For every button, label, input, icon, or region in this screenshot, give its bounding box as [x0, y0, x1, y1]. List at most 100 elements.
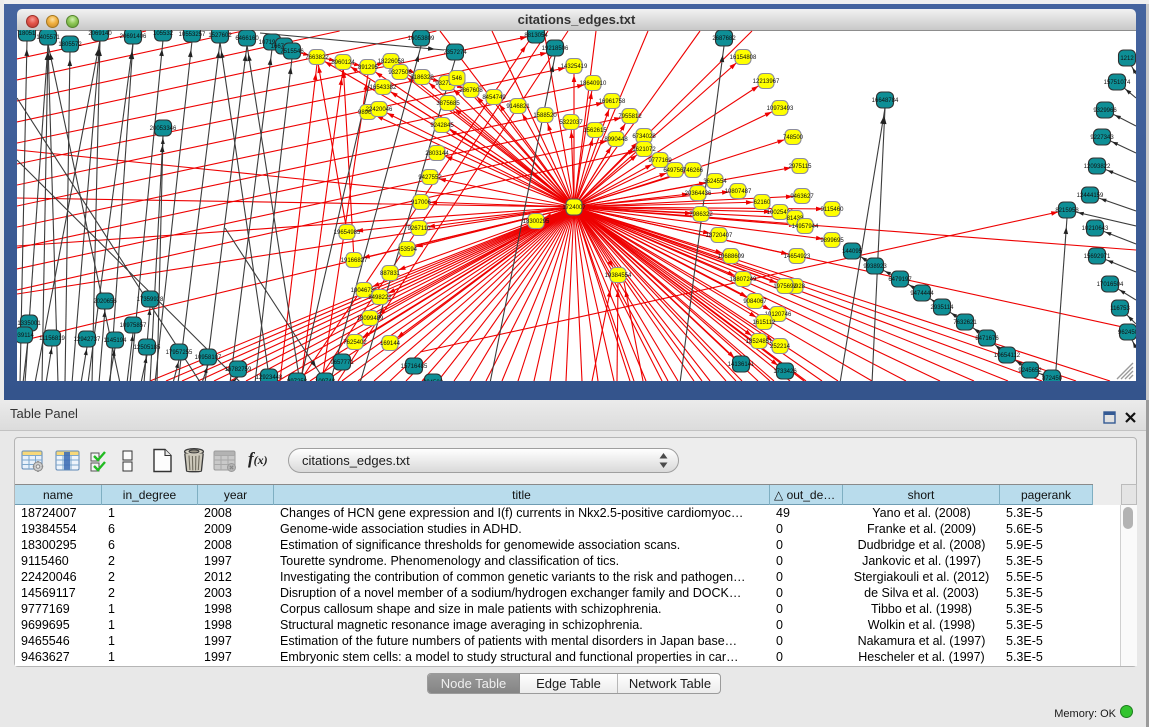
svg-text:9329966: 9329966 — [1093, 108, 1117, 114]
svg-text:22420046: 22420046 — [366, 107, 393, 113]
svg-text:252214: 252214 — [770, 344, 791, 350]
svg-text:19166827: 19166827 — [341, 258, 368, 264]
svg-text:7625402: 7625402 — [343, 340, 367, 346]
svg-text:18720407: 18720407 — [706, 233, 733, 239]
svg-text:8471676: 8471676 — [975, 336, 999, 342]
svg-text:10654112: 10654112 — [994, 353, 1021, 359]
svg-text:17957255: 17957255 — [166, 350, 193, 356]
svg-text:20364436: 20364436 — [685, 191, 712, 197]
svg-text:116753: 116753 — [1110, 306, 1130, 312]
svg-text:14136141: 14136141 — [728, 362, 755, 368]
svg-text:8454749: 8454749 — [482, 95, 506, 101]
svg-text:1145194: 1145194 — [104, 338, 128, 344]
svg-text:19384554: 19384554 — [605, 273, 632, 279]
svg-text:12093822: 12093822 — [1084, 164, 1111, 170]
svg-text:2867608: 2867608 — [459, 88, 483, 94]
svg-text:6466160: 6466160 — [235, 36, 259, 42]
svg-text:1212: 1212 — [1120, 56, 1134, 62]
svg-text:16053809: 16053809 — [408, 36, 435, 42]
svg-text:8990448: 8990448 — [604, 137, 628, 143]
svg-text:8215958: 8215958 — [1055, 208, 1079, 214]
svg-text:14957944: 14957944 — [792, 224, 819, 230]
svg-text:2020656: 2020656 — [93, 299, 117, 305]
svg-text:10688609: 10688609 — [718, 254, 745, 260]
svg-text:2687682: 2687682 — [712, 36, 736, 42]
svg-text:18051: 18051 — [19, 31, 36, 37]
svg-text:9327506: 9327506 — [388, 70, 412, 76]
svg-text:9227343: 9227343 — [1090, 135, 1114, 141]
svg-text:14325419: 14325419 — [561, 64, 588, 70]
svg-text:1733426: 1733426 — [773, 369, 797, 375]
svg-text:9146821: 9146821 — [506, 104, 530, 110]
svg-text:1335001: 1335001 — [17, 321, 41, 327]
svg-text:105532: 105532 — [153, 31, 174, 37]
svg-text:18300295: 18300295 — [523, 219, 550, 225]
svg-text:1621072: 1621072 — [632, 147, 656, 153]
svg-text:20691406: 20691406 — [120, 34, 147, 40]
svg-text:8960124: 8960124 — [331, 60, 355, 66]
svg-text:17016504: 17016504 — [1097, 282, 1124, 288]
svg-text:997258: 997258 — [287, 379, 308, 381]
svg-text:17359928: 17359928 — [137, 297, 164, 303]
svg-text:16154808: 16154808 — [730, 55, 757, 61]
svg-text:12505185: 12505185 — [134, 345, 161, 351]
svg-text:887831: 887831 — [380, 271, 401, 277]
svg-text:8813054: 8813054 — [524, 33, 548, 39]
svg-text:1588520: 1588520 — [533, 113, 557, 119]
svg-text:16782759: 16782759 — [225, 367, 252, 373]
svg-text:18807249: 18807249 — [730, 277, 757, 283]
svg-text:9427552: 9427552 — [418, 175, 442, 181]
svg-text:2975115: 2975115 — [789, 164, 813, 170]
svg-text:12942737: 12942737 — [74, 337, 101, 343]
svg-text:5322037: 5322037 — [559, 120, 583, 126]
svg-text:2803144: 2803144 — [425, 151, 449, 157]
svg-text:453594: 453594 — [397, 247, 418, 253]
svg-text:917006: 917006 — [411, 200, 432, 206]
svg-text:16961758: 16961758 — [599, 99, 626, 105]
svg-text:1562615: 1562615 — [583, 128, 607, 134]
svg-text:9115460: 9115460 — [821, 207, 845, 213]
svg-text:15692971: 15692971 — [1084, 254, 1111, 260]
svg-text:1405571: 1405571 — [36, 35, 60, 41]
svg-text:1805572: 1805572 — [58, 42, 82, 48]
svg-text:15716485: 15716485 — [401, 364, 428, 370]
svg-text:3624554: 3624554 — [703, 179, 727, 185]
svg-text:6479197: 6479197 — [888, 277, 912, 283]
svg-text:7986322: 7986322 — [689, 212, 713, 218]
svg-text:7357274: 7357274 — [443, 50, 467, 56]
svg-text:2069140: 2069140 — [88, 31, 112, 37]
svg-text:748500: 748500 — [783, 135, 804, 141]
svg-text:9474444: 9474444 — [910, 291, 934, 297]
svg-text:12213967: 12213967 — [753, 79, 780, 85]
svg-text:18099489: 18099489 — [357, 316, 384, 322]
svg-text:9463627: 9463627 — [790, 194, 814, 200]
svg-text:872450: 872450 — [1042, 376, 1063, 381]
svg-text:16543382: 16543382 — [370, 85, 397, 91]
svg-text:20053346: 20053346 — [150, 126, 177, 132]
svg-text:109748: 109748 — [315, 379, 336, 381]
svg-text:18640910: 18640910 — [580, 81, 607, 87]
svg-text:9657771: 9657771 — [330, 360, 354, 366]
svg-text:14654923: 14654923 — [784, 254, 811, 260]
svg-text:9267110: 9267110 — [408, 226, 432, 232]
svg-text:8498222: 8498222 — [368, 295, 392, 301]
svg-text:9084067: 9084067 — [743, 299, 767, 305]
svg-text:10553257: 10553257 — [179, 32, 206, 38]
svg-text:19654985: 19654985 — [334, 230, 361, 236]
svg-text:15751074: 15751074 — [1104, 80, 1131, 86]
svg-text:7632621: 7632621 — [953, 320, 977, 326]
svg-text:18524851: 18524851 — [746, 339, 773, 345]
svg-text:546: 546 — [452, 76, 463, 82]
svg-text:10807487: 10807487 — [725, 189, 752, 195]
svg-text:1615112: 1615112 — [753, 320, 777, 326]
svg-text:10210643: 10210643 — [1082, 226, 1109, 232]
svg-text:12444159: 12444159 — [1077, 193, 1104, 199]
svg-text:746266: 746266 — [683, 168, 704, 174]
svg-text:9899695: 9899695 — [820, 238, 844, 244]
svg-text:1724007: 1724007 — [562, 205, 586, 211]
svg-text:7515546: 7515546 — [280, 49, 304, 55]
svg-text:9245652: 9245652 — [1018, 368, 1042, 374]
svg-text:169144: 169144 — [380, 341, 401, 347]
svg-text:2935114: 2935114 — [931, 305, 955, 311]
svg-text:8186328: 8186328 — [410, 75, 434, 81]
